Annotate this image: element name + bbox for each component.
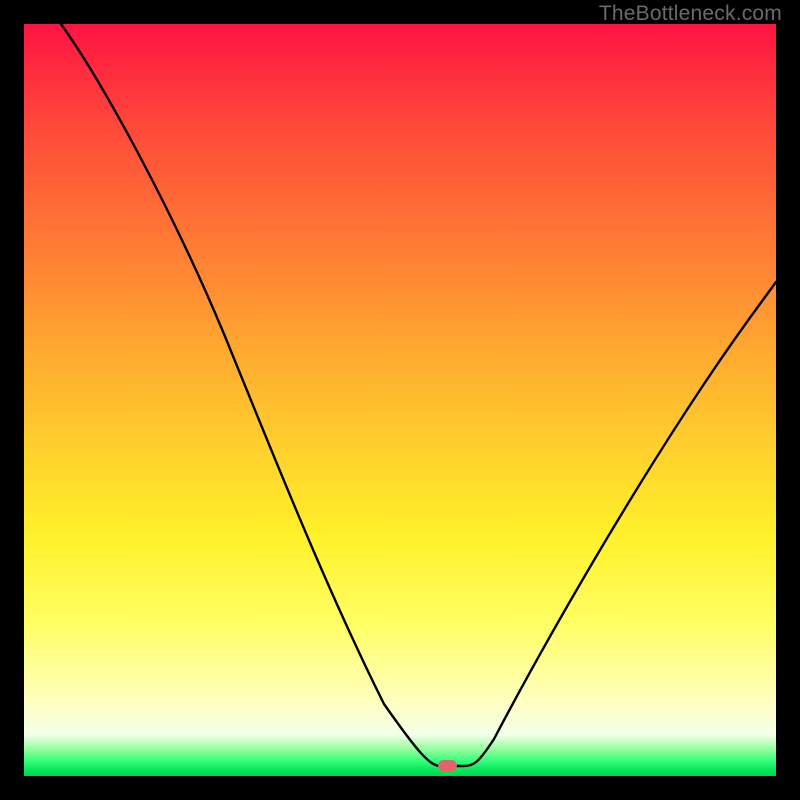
heat-gradient-background (24, 24, 776, 776)
watermark-text: TheBottleneck.com (599, 2, 782, 26)
chart-frame: TheBottleneck.com (0, 0, 800, 800)
plot-area (24, 24, 776, 776)
optimal-point-marker (438, 760, 457, 771)
